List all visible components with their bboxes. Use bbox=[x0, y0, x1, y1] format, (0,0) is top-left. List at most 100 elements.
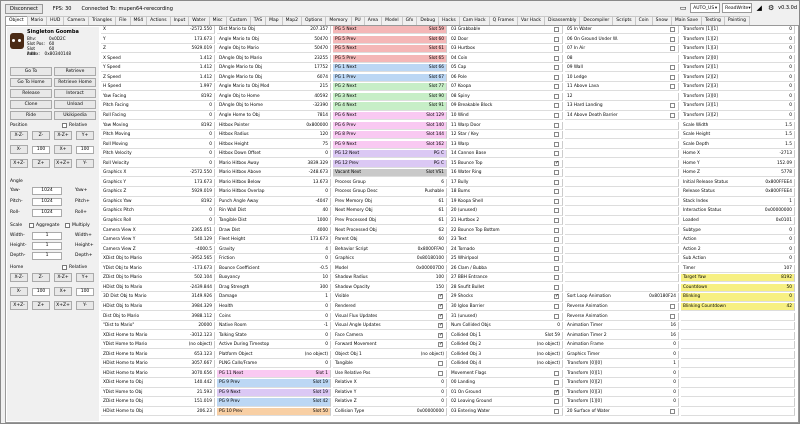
tab-pu[interactable]: PU bbox=[350, 16, 365, 25]
variable-value[interactable]: -0.5 bbox=[320, 265, 330, 272]
variable-value[interactable]: -2439.844 bbox=[190, 284, 214, 291]
variable-value[interactable]: 42 bbox=[786, 302, 794, 311]
variable-checkbox[interactable] bbox=[554, 293, 559, 301]
variable-value[interactable]: 1.412 bbox=[200, 74, 214, 81]
variable-checkbox[interactable] bbox=[670, 74, 675, 80]
variable-row[interactable]: 26 Clam / Bubba bbox=[449, 264, 563, 273]
tab-gfx[interactable]: Gfx bbox=[401, 16, 418, 25]
pin-icon[interactable]: ◢ bbox=[754, 3, 764, 13]
variable-value[interactable]: 8192 bbox=[781, 274, 794, 282]
variable-value[interactable] bbox=[792, 341, 794, 348]
variable-checkbox[interactable] bbox=[554, 218, 559, 223]
yaw-input[interactable]: 1024 bbox=[32, 187, 62, 195]
variable-checkbox[interactable] bbox=[554, 265, 559, 271]
variable-row[interactable]: PG 6 Next Slot 129 bbox=[333, 111, 447, 121]
tab-mario[interactable]: Mario bbox=[26, 16, 48, 25]
relative-checkbox[interactable]: Relative bbox=[62, 123, 87, 128]
variable-row[interactable]: Health 0 bbox=[217, 302, 331, 312]
variable-value[interactable]: 0 bbox=[325, 360, 330, 367]
yaw-minus-label[interactable]: Yaw- bbox=[10, 188, 20, 193]
variable-row[interactable]: 25 Whirlpool bbox=[449, 255, 563, 264]
variable-value[interactable]: 7814 bbox=[317, 112, 330, 119]
variable-row[interactable]: Scale Width 1.5 bbox=[681, 121, 795, 130]
variable-value[interactable]: 4 bbox=[325, 246, 330, 253]
variable-value[interactable]: 1 bbox=[789, 198, 794, 205]
variable-checkbox[interactable] bbox=[554, 189, 559, 195]
variable-checkbox[interactable] bbox=[554, 313, 559, 319]
variable-value[interactable]: 0 bbox=[673, 379, 678, 386]
variable-row[interactable]: Visual Angle Updates bbox=[333, 322, 447, 331]
variable-checkbox[interactable] bbox=[438, 370, 443, 376]
variable-row[interactable] bbox=[681, 408, 795, 417]
variable-row[interactable]: Yaw Moving 8192 bbox=[101, 121, 215, 130]
variable-value[interactable] bbox=[792, 408, 794, 415]
variable-row[interactable] bbox=[681, 350, 795, 359]
variable-row[interactable]: Graphics Pitch 0 bbox=[101, 207, 215, 216]
game-version-select[interactable]: AUTO_US ▾ bbox=[690, 3, 721, 13]
variable-row[interactable]: Damage 1 bbox=[217, 293, 331, 302]
tab-q-frames[interactable]: Q Frames bbox=[488, 16, 518, 25]
retrieve-home-button[interactable]: Retrieve Home bbox=[54, 78, 96, 87]
variable-value[interactable]: 173.673 bbox=[310, 236, 330, 243]
pos-y-minus-button[interactable]: Y- bbox=[76, 159, 94, 168]
variable-value[interactable]: 0x0101 bbox=[776, 217, 794, 224]
variable-value[interactable]: 0 bbox=[789, 293, 794, 301]
variable-value[interactable]: 5778 bbox=[781, 169, 794, 176]
variable-row[interactable]: Parent Obj 60 bbox=[333, 236, 447, 245]
variable-checkbox[interactable] bbox=[554, 103, 559, 109]
variable-row[interactable]: Initial Release Status 0x800FFEE4 bbox=[681, 178, 795, 187]
variable-row[interactable]: Relative Y 0 bbox=[333, 388, 447, 398]
variable-row[interactable]: PG 9 Prev Slot 19 bbox=[217, 379, 331, 388]
variable-value[interactable] bbox=[676, 55, 678, 62]
variable-row[interactable]: Animation Timer 16 bbox=[565, 322, 679, 331]
roll-input[interactable]: 1024 bbox=[32, 209, 62, 217]
pos-xz-minus-button[interactable]: X-Z- bbox=[10, 131, 28, 140]
variable-row[interactable] bbox=[565, 121, 679, 130]
pos-y-plus-button[interactable]: Y+ bbox=[76, 131, 94, 140]
variable-value[interactable]: 6074 bbox=[317, 74, 330, 81]
pos-x-plus-button[interactable]: X+ bbox=[54, 145, 72, 154]
variable-value[interactable]: 0x00000000 bbox=[765, 207, 794, 214]
pos-z-plus-button[interactable]: Z+ bbox=[32, 159, 50, 168]
variable-row[interactable]: Camera View X 2365.051 bbox=[101, 226, 215, 235]
tab-scripts[interactable]: Scripts bbox=[612, 16, 636, 25]
depth-input[interactable]: 1 bbox=[32, 252, 62, 260]
variable-checkbox[interactable] bbox=[670, 313, 675, 319]
variable-checkbox[interactable] bbox=[554, 36, 559, 42]
variable-row[interactable]: 23 Text bbox=[449, 236, 563, 245]
variable-row[interactable]: Sub Action 0 bbox=[681, 255, 795, 264]
variable-row[interactable]: 10 Wind bbox=[449, 111, 563, 121]
variable-row[interactable]: 31 (unused) bbox=[449, 312, 563, 321]
tab-debug[interactable]: Debug bbox=[416, 16, 440, 25]
variable-value[interactable] bbox=[676, 207, 678, 214]
variable-row[interactable]: Friction 0 bbox=[217, 255, 331, 264]
variable-checkbox[interactable] bbox=[670, 84, 675, 90]
variable-row[interactable]: Dist Obj to Mario 3988.112 bbox=[101, 312, 215, 321]
variable-row[interactable]: Loaded 0x0101 bbox=[681, 217, 795, 226]
variable-row[interactable]: PG 10 Prev Slot 50 bbox=[217, 408, 331, 417]
variable-row[interactable]: Rin Wall Dist 40 bbox=[217, 207, 331, 216]
variable-value[interactable]: Slot 77 bbox=[428, 83, 446, 91]
variable-value[interactable] bbox=[792, 360, 794, 367]
variable-row[interactable]: XDist Obj to Mario -3952.565 bbox=[101, 255, 215, 264]
variable-row[interactable]: Z Speed 1.412 bbox=[101, 73, 215, 82]
variable-row[interactable]: Process Group 6 bbox=[333, 178, 447, 187]
variable-row[interactable]: Prev Processed Obj 61 bbox=[333, 217, 447, 226]
variable-row[interactable] bbox=[565, 274, 679, 283]
variable-row[interactable]: Collided Obj 2 (no object) bbox=[449, 341, 563, 350]
variable-row[interactable]: Angle Mario to Obj 50470 bbox=[217, 35, 331, 44]
tab-disassembly[interactable]: Disassembly bbox=[543, 16, 581, 25]
variable-row[interactable]: Rendered bbox=[333, 302, 447, 312]
variable-row[interactable]: PG 6 Prev Slot 140 bbox=[333, 121, 447, 130]
variable-checkbox[interactable] bbox=[554, 179, 559, 185]
tab-tas[interactable]: TAS bbox=[249, 16, 267, 25]
variable-value[interactable]: 300 bbox=[320, 284, 330, 291]
variable-value[interactable]: 50 bbox=[786, 283, 794, 292]
variable-value[interactable]: 0 bbox=[325, 313, 330, 320]
variable-row[interactable]: Graphics 0x80180100 bbox=[333, 255, 447, 264]
ukikipedia-button[interactable]: Ukikipedia bbox=[54, 111, 96, 120]
variable-row[interactable]: 06 Pole bbox=[449, 73, 563, 82]
variable-row[interactable]: 06 On Ground Under W. bbox=[565, 35, 679, 44]
variable-value[interactable]: 0 bbox=[441, 389, 446, 396]
variable-value[interactable]: 5929.019 bbox=[191, 45, 214, 52]
